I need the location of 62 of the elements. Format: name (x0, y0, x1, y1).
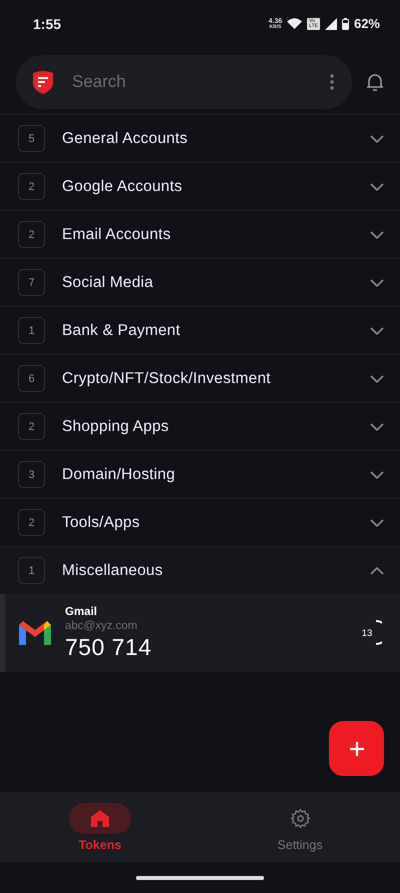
category-row[interactable]: 2 Google Accounts (0, 162, 400, 210)
wifi-icon (287, 18, 302, 29)
search-input[interactable]: Search (70, 71, 314, 93)
chevron-down-icon (370, 278, 384, 286)
category-name: Tools/Apps (62, 514, 141, 532)
token-account: abc@xyz.com (65, 620, 138, 632)
chevron-down-icon (370, 470, 384, 478)
chevron-up-icon (370, 566, 384, 574)
clock: 1:55 (33, 16, 62, 32)
account-count: 7 (18, 269, 45, 296)
chevron-down-icon (370, 230, 384, 238)
nav-tab[interactable]: Settings (200, 792, 400, 862)
chevron-down-icon (370, 182, 384, 190)
battery-level: 62% (354, 16, 380, 31)
category-name: Email Accounts (62, 226, 172, 244)
category-row[interactable]: 1 Bank & Payment (0, 306, 400, 354)
category-row[interactable]: 3 Domain/Hosting (0, 450, 400, 498)
settings-icon (290, 808, 310, 829)
nav-tab[interactable]: Tokens (0, 792, 200, 862)
account-count: 1 (18, 317, 45, 344)
search-field[interactable]: Search (16, 55, 352, 109)
chevron-down-icon (370, 374, 384, 382)
account-count: 3 (18, 461, 45, 488)
account-count: 2 (18, 173, 45, 200)
add-button[interactable] (329, 721, 384, 776)
category-row[interactable]: 6 Crypto/NFT/Stock/Investment (0, 354, 400, 402)
countdown-seconds: 13 (362, 628, 372, 638)
chevron-down-icon (370, 326, 384, 334)
category-name: Shopping Apps (62, 418, 170, 436)
token-issuer: Gmail (65, 606, 98, 618)
battery-icon (342, 18, 349, 30)
category-row[interactable]: 2 Email Accounts (0, 210, 400, 258)
envelope-logo-icon (19, 621, 51, 645)
category-name: Bank & Payment (62, 322, 182, 340)
plus-icon (350, 742, 364, 756)
account-count: 6 (18, 365, 45, 392)
account-count: 1 (18, 557, 45, 584)
countdown-arc-icon (375, 620, 382, 645)
category-row[interactable]: 5 General Accounts (0, 114, 400, 162)
category-row[interactable]: 1 Miscellaneous (0, 546, 400, 594)
category-name: Crypto/NFT/Stock/Investment (62, 370, 272, 388)
category-name: General Accounts (62, 130, 189, 148)
category-name: Miscellaneous (62, 562, 164, 580)
category-name: Google Accounts (62, 178, 184, 196)
account-count: 2 (18, 221, 45, 248)
token-card[interactable]: Gmail abc@xyz.com 750 714 13 (0, 594, 400, 672)
more-options-icon[interactable] (330, 74, 334, 90)
home-icon (91, 810, 109, 827)
chevron-down-icon (370, 422, 384, 430)
account-count: 2 (18, 509, 45, 536)
account-count: 5 (18, 125, 45, 152)
chevron-down-icon (370, 518, 384, 526)
signal-icon (324, 18, 337, 30)
category-row[interactable]: 2 Shopping Apps (0, 402, 400, 450)
notifications-icon[interactable] (366, 72, 384, 92)
category-name: Social Media (62, 274, 154, 292)
shield-logo-icon (32, 70, 54, 94)
chevron-down-icon (370, 134, 384, 142)
account-count: 2 (18, 413, 45, 440)
category-name: Domain/Hosting (62, 466, 176, 484)
category-row[interactable]: 7 Social Media (0, 258, 400, 306)
token-code: 750 714 (65, 634, 153, 660)
